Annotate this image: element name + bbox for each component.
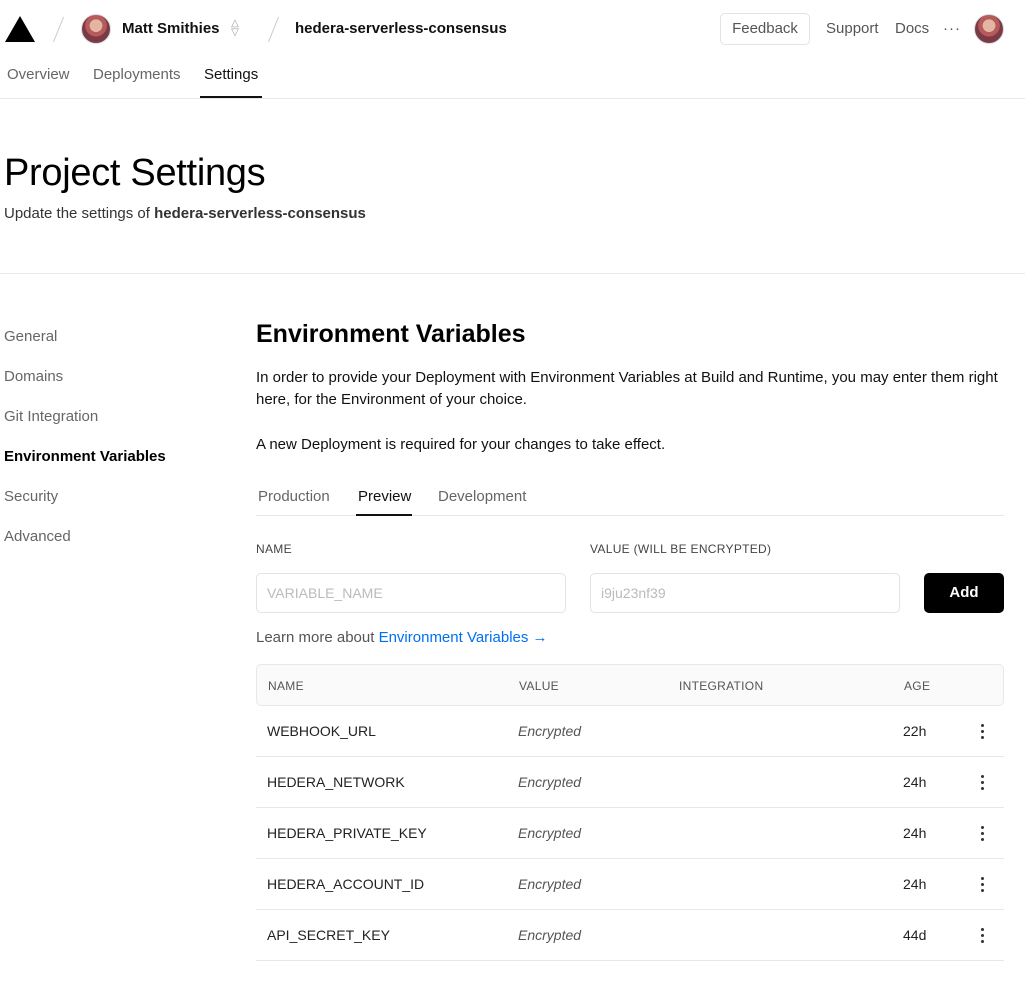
sidebar-item-environment-variables[interactable]: Environment Variables bbox=[4, 448, 166, 465]
sidebar-item-general[interactable]: General bbox=[4, 328, 57, 345]
learn-more-prefix: Learn more about bbox=[256, 629, 379, 646]
variable-value: Encrypted bbox=[518, 927, 582, 943]
chevron-up-down-icon[interactable]: △ ▽ bbox=[229, 19, 241, 39]
sidebar-item-security[interactable]: Security bbox=[4, 488, 58, 505]
variable-name: HEDERA_ACCOUNT_ID bbox=[267, 876, 425, 892]
tab-production[interactable]: Production bbox=[258, 488, 330, 505]
column-header-value: VALUE bbox=[519, 679, 559, 693]
variable-value: Encrypted bbox=[518, 825, 582, 841]
variable-name: API_SECRET_KEY bbox=[267, 927, 390, 943]
table-row: HEDERA_ACCOUNT_ID Encrypted 24h bbox=[256, 859, 1004, 910]
page-subtitle: Update the settings of hedera-serverless… bbox=[4, 205, 366, 222]
variable-name-input[interactable] bbox=[256, 573, 566, 613]
environment-tabs: Production Preview Development bbox=[256, 478, 1004, 516]
section-description: In order to provide your Deployment with… bbox=[256, 369, 998, 408]
docs-link[interactable]: Docs bbox=[895, 20, 929, 37]
env-variables-table: NAME VALUE INTEGRATION AGE WEBHOOK_URL E… bbox=[256, 664, 1004, 961]
avatar[interactable] bbox=[81, 14, 111, 44]
column-header-integration: INTEGRATION bbox=[679, 679, 764, 693]
sidebar-item-git-integration[interactable]: Git Integration bbox=[4, 408, 98, 425]
variable-age: 24h bbox=[903, 825, 927, 841]
tab-development[interactable]: Development bbox=[438, 488, 526, 505]
tab-settings[interactable]: Settings bbox=[204, 66, 258, 83]
variable-name: HEDERA_PRIVATE_KEY bbox=[267, 825, 427, 841]
subtitle-prefix: Update the settings of bbox=[4, 205, 155, 222]
vercel-logo-icon[interactable] bbox=[5, 16, 35, 42]
support-link[interactable]: Support bbox=[826, 20, 879, 37]
sidebar-item-advanced[interactable]: Advanced bbox=[4, 528, 71, 545]
table-row: API_SECRET_KEY Encrypted 44d bbox=[256, 910, 1004, 961]
variable-age: 24h bbox=[903, 774, 927, 790]
section-title: Environment Variables bbox=[256, 320, 526, 348]
variable-age: 22h bbox=[903, 723, 927, 739]
variable-name: HEDERA_NETWORK bbox=[267, 774, 405, 790]
variable-value: Encrypted bbox=[518, 876, 582, 892]
tab-preview[interactable]: Preview bbox=[358, 488, 411, 505]
row-actions-icon[interactable] bbox=[972, 869, 992, 899]
more-icon[interactable]: ··· bbox=[943, 20, 961, 37]
variable-name: WEBHOOK_URL bbox=[267, 723, 376, 739]
row-actions-icon[interactable] bbox=[972, 767, 992, 797]
value-field-label: VALUE (WILL BE ENCRYPTED) bbox=[590, 542, 772, 556]
team-switcher-label[interactable]: Matt Smithies bbox=[122, 20, 220, 37]
name-field-label: NAME bbox=[256, 542, 292, 556]
tab-overview[interactable]: Overview bbox=[7, 66, 70, 83]
tab-deployments[interactable]: Deployments bbox=[93, 66, 181, 83]
sidebar-item-domains[interactable]: Domains bbox=[4, 368, 63, 385]
active-tab-indicator bbox=[200, 96, 262, 98]
variable-value: Encrypted bbox=[518, 723, 582, 739]
user-avatar[interactable] bbox=[974, 14, 1004, 44]
divider bbox=[0, 273, 1025, 274]
variable-age: 24h bbox=[903, 876, 927, 892]
table-row: HEDERA_PRIVATE_KEY Encrypted 24h bbox=[256, 808, 1004, 859]
table-row: WEBHOOK_URL Encrypted 22h bbox=[256, 706, 1004, 757]
active-tab-indicator bbox=[356, 514, 412, 516]
feedback-button[interactable]: Feedback bbox=[720, 13, 810, 45]
add-button[interactable]: Add bbox=[924, 573, 1004, 613]
table-row: HEDERA_NETWORK Encrypted 24h bbox=[256, 757, 1004, 808]
variable-age: 44d bbox=[903, 927, 927, 943]
environment-variables-docs-link[interactable]: Environment Variables → bbox=[379, 629, 548, 646]
variable-value-input[interactable] bbox=[590, 573, 900, 613]
row-actions-icon[interactable] bbox=[972, 920, 992, 950]
table-header: NAME VALUE INTEGRATION AGE bbox=[256, 664, 1004, 706]
subtitle-project: hedera-serverless-consensus bbox=[154, 205, 366, 222]
row-actions-icon[interactable] bbox=[972, 818, 992, 848]
project-nav: Overview Deployments Settings bbox=[0, 58, 1025, 99]
divider bbox=[267, 16, 280, 43]
section-notice: A new Deployment is required for your ch… bbox=[256, 436, 666, 453]
page-title: Project Settings bbox=[4, 152, 266, 194]
divider bbox=[52, 16, 65, 43]
top-bar: Matt Smithies △ ▽ hedera-serverless-conse… bbox=[0, 0, 1025, 58]
row-actions-icon[interactable] bbox=[972, 716, 992, 746]
project-name-link[interactable]: hedera-serverless-consensus bbox=[295, 20, 507, 37]
learn-more-text: Learn more about Environment Variables → bbox=[256, 629, 548, 646]
variable-value: Encrypted bbox=[518, 774, 582, 790]
column-header-age: AGE bbox=[904, 679, 931, 693]
column-header-name: NAME bbox=[268, 679, 304, 693]
